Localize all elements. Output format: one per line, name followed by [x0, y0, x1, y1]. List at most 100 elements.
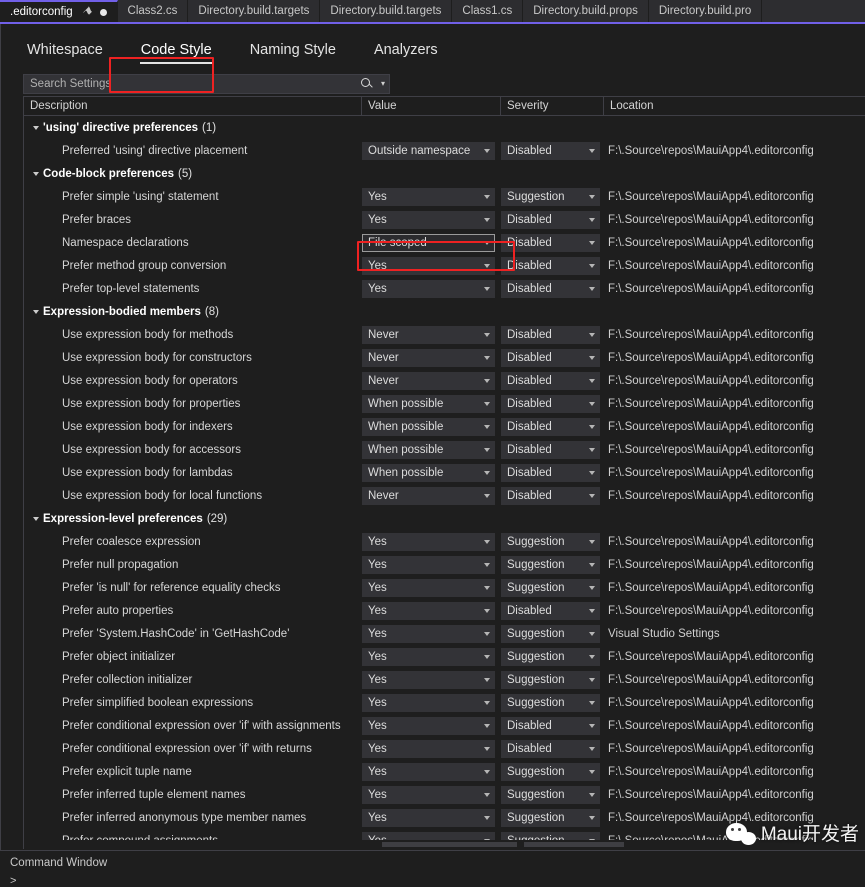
group-title-cell[interactable]: 'using' directive preferences(1)	[24, 122, 362, 134]
chevron-down-icon[interactable]: ▾	[377, 75, 389, 93]
chevron-down-icon[interactable]	[589, 563, 595, 567]
chevron-down-icon[interactable]	[484, 586, 490, 590]
document-tab[interactable]: Directory.build.props	[523, 0, 649, 22]
chevron-down-icon[interactable]	[589, 793, 595, 797]
chevron-down-icon[interactable]	[589, 241, 595, 245]
expander-triangle-icon[interactable]	[33, 172, 39, 176]
chevron-down-icon[interactable]	[484, 609, 490, 613]
severity-dropdown[interactable]: Disabled	[501, 234, 600, 252]
table-row[interactable]: Prefer explicit tuple nameYesSuggestionF…	[24, 760, 865, 783]
search-input[interactable]	[24, 78, 359, 90]
chevron-down-icon[interactable]	[484, 540, 490, 544]
severity-dropdown[interactable]: Disabled	[501, 280, 600, 298]
severity-dropdown[interactable]: Suggestion	[501, 648, 600, 666]
severity-dropdown[interactable]: Disabled	[501, 464, 600, 482]
table-row[interactable]: Use expression body for constructorsNeve…	[24, 346, 865, 369]
value-dropdown[interactable]: Yes	[362, 188, 495, 206]
value-dropdown[interactable]: Yes	[362, 556, 495, 574]
group-header-row[interactable]: Expression-level preferences(29)	[24, 507, 865, 530]
value-dropdown[interactable]: Yes	[362, 579, 495, 597]
severity-dropdown[interactable]: Disabled	[501, 211, 600, 229]
severity-dropdown[interactable]: Suggestion	[501, 763, 600, 781]
value-dropdown[interactable]: Yes	[362, 786, 495, 804]
severity-dropdown[interactable]: Disabled	[501, 349, 600, 367]
chevron-down-icon[interactable]	[589, 632, 595, 636]
group-title-cell[interactable]: Expression-level preferences(29)	[24, 513, 362, 525]
table-row[interactable]: Prefer 'System.HashCode' in 'GetHashCode…	[24, 622, 865, 645]
value-dropdown[interactable]: Never	[362, 349, 495, 367]
chevron-down-icon[interactable]	[484, 218, 490, 222]
chevron-down-icon[interactable]	[484, 770, 490, 774]
table-row[interactable]: Prefer bracesYesDisabledF:\.Source\repos…	[24, 208, 865, 231]
chevron-down-icon[interactable]	[484, 379, 490, 383]
table-row[interactable]: Prefer 'is null' for reference equality …	[24, 576, 865, 599]
value-dropdown[interactable]: Yes	[362, 740, 495, 758]
table-row[interactable]: Prefer inferred anonymous type member na…	[24, 806, 865, 829]
severity-dropdown[interactable]: Disabled	[501, 418, 600, 436]
chevron-down-icon[interactable]	[484, 241, 490, 245]
table-row[interactable]: Use expression body for propertiesWhen p…	[24, 392, 865, 415]
chevron-down-icon[interactable]	[589, 655, 595, 659]
chevron-down-icon[interactable]	[589, 701, 595, 705]
table-row[interactable]: Prefer conditional expression over 'if' …	[24, 737, 865, 760]
chevron-down-icon[interactable]	[484, 793, 490, 797]
value-dropdown[interactable]: Yes	[362, 602, 495, 620]
value-dropdown[interactable]: Never	[362, 372, 495, 390]
group-title-cell[interactable]: Code-block preferences(5)	[24, 168, 362, 180]
expander-triangle-icon[interactable]	[33, 517, 39, 521]
chevron-down-icon[interactable]	[589, 195, 595, 199]
chevron-down-icon[interactable]	[484, 632, 490, 636]
table-row[interactable]: Prefer conditional expression over 'if' …	[24, 714, 865, 737]
chevron-down-icon[interactable]	[589, 356, 595, 360]
table-row[interactable]: Prefer coalesce expressionYesSuggestionF…	[24, 530, 865, 553]
chevron-down-icon[interactable]	[589, 287, 595, 291]
chevron-down-icon[interactable]	[484, 655, 490, 659]
chevron-down-icon[interactable]	[484, 195, 490, 199]
chevron-down-icon[interactable]	[484, 356, 490, 360]
search-settings-box[interactable]: ▾	[23, 74, 390, 94]
group-header-row[interactable]: Code-block preferences(5)	[24, 162, 865, 185]
chevron-down-icon[interactable]	[589, 586, 595, 590]
severity-dropdown[interactable]: Suggestion	[501, 809, 600, 827]
tab-naming-style[interactable]: Naming Style	[236, 38, 350, 64]
group-header-row[interactable]: 'using' directive preferences(1)	[24, 116, 865, 139]
severity-dropdown[interactable]: Suggestion	[501, 625, 600, 643]
document-tab[interactable]: Class2.cs	[118, 0, 189, 22]
tab-whitespace[interactable]: Whitespace	[13, 38, 117, 64]
close-icon[interactable]	[100, 9, 107, 16]
command-window-prompt[interactable]: >	[10, 875, 16, 887]
value-dropdown[interactable]: When possible	[362, 441, 495, 459]
group-header-row[interactable]: Expression-bodied members(8)	[24, 300, 865, 323]
value-dropdown[interactable]: Yes	[362, 648, 495, 666]
value-dropdown[interactable]: Yes	[362, 694, 495, 712]
document-tab[interactable]: Directory.build.targets	[188, 0, 320, 22]
table-row[interactable]: Prefer auto propertiesYesDisabledF:\.Sou…	[24, 599, 865, 622]
chevron-down-icon[interactable]	[589, 609, 595, 613]
chevron-down-icon[interactable]	[589, 816, 595, 820]
chevron-down-icon[interactable]	[484, 402, 490, 406]
table-row[interactable]: Namespace declarationsFile scopedDisable…	[24, 231, 865, 254]
severity-dropdown[interactable]: Disabled	[501, 395, 600, 413]
severity-dropdown[interactable]: Suggestion	[501, 533, 600, 551]
severity-dropdown[interactable]: Suggestion	[501, 579, 600, 597]
column-header-severity[interactable]: Severity	[501, 97, 604, 116]
chevron-down-icon[interactable]	[484, 471, 490, 475]
value-dropdown[interactable]: Yes	[362, 533, 495, 551]
chevron-down-icon[interactable]	[484, 747, 490, 751]
chevron-down-icon[interactable]	[589, 402, 595, 406]
chevron-down-icon[interactable]	[589, 770, 595, 774]
chevron-down-icon[interactable]	[589, 149, 595, 153]
severity-dropdown[interactable]: Suggestion	[501, 694, 600, 712]
table-row[interactable]: Use expression body for operatorsNeverDi…	[24, 369, 865, 392]
severity-dropdown[interactable]: Disabled	[501, 487, 600, 505]
value-dropdown[interactable]: Yes	[362, 763, 495, 781]
chevron-down-icon[interactable]	[484, 333, 490, 337]
value-dropdown[interactable]: Yes	[362, 671, 495, 689]
document-tab[interactable]: Class1.cs	[452, 0, 523, 22]
value-dropdown[interactable]: Yes	[362, 257, 495, 275]
table-row[interactable]: Use expression body for local functionsN…	[24, 484, 865, 507]
value-dropdown[interactable]: Yes	[362, 717, 495, 735]
document-tab[interactable]: Directory.build.pro	[649, 0, 762, 22]
table-row[interactable]: Prefer simplified boolean expressionsYes…	[24, 691, 865, 714]
table-row[interactable]: Use expression body for accessorsWhen po…	[24, 438, 865, 461]
